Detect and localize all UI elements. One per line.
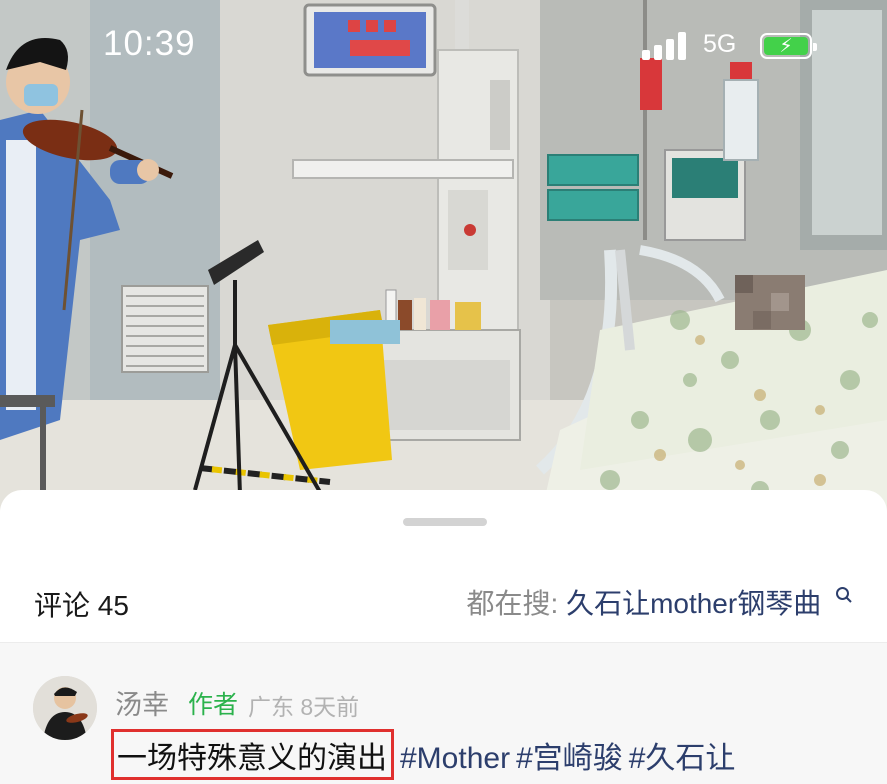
cellular-signal-icon <box>642 32 690 60</box>
trending-search-link[interactable]: 都在搜: 久石让mother钢琴曲 <box>467 582 854 622</box>
hashtag-link[interactable]: #Mother <box>400 742 510 775</box>
status-bar: 10:39 5G ⚡ <box>0 0 887 92</box>
comment-username[interactable]: 汤幸 <box>115 683 169 722</box>
comment-count-header: 评论 45 <box>34 590 129 621</box>
search-icon[interactable] <box>835 586 853 604</box>
comment-location-time: 广东 8天前 <box>248 694 360 720</box>
hashtag-link[interactable]: #宫崎骏 <box>516 742 623 775</box>
highlighted-phrase: 一场特殊意义的演出 <box>111 729 394 780</box>
author-badge: 作者 <box>188 691 239 719</box>
comment-sheet: 评论 45 都在搜: 久石让mother钢琴曲 汤幸 作者 广东 8天前 一场特… <box>0 490 887 784</box>
avatar[interactable] <box>33 676 97 740</box>
search-prefix-label: 都在搜: <box>466 588 559 619</box>
battery-charging-icon: ⚡ <box>760 33 817 59</box>
user-avatar-icon <box>33 676 97 740</box>
video-player[interactable]: 10:39 5G ⚡ <box>0 0 887 520</box>
network-type: 5G <box>703 30 737 58</box>
comment-item[interactable]: 汤幸 作者 广东 8天前 一场特殊意义的演出 #Mother #宫崎骏 #久石让 <box>0 643 887 784</box>
status-time: 10:39 <box>103 24 196 63</box>
comment-body: 一场特殊意义的演出 #Mother #宫崎骏 #久石让 <box>111 729 736 780</box>
sheet-drag-handle[interactable] <box>403 518 487 526</box>
search-term-link[interactable]: 久石让mother钢琴曲 <box>566 588 821 619</box>
hashtag-link[interactable]: #久石让 <box>629 742 736 775</box>
